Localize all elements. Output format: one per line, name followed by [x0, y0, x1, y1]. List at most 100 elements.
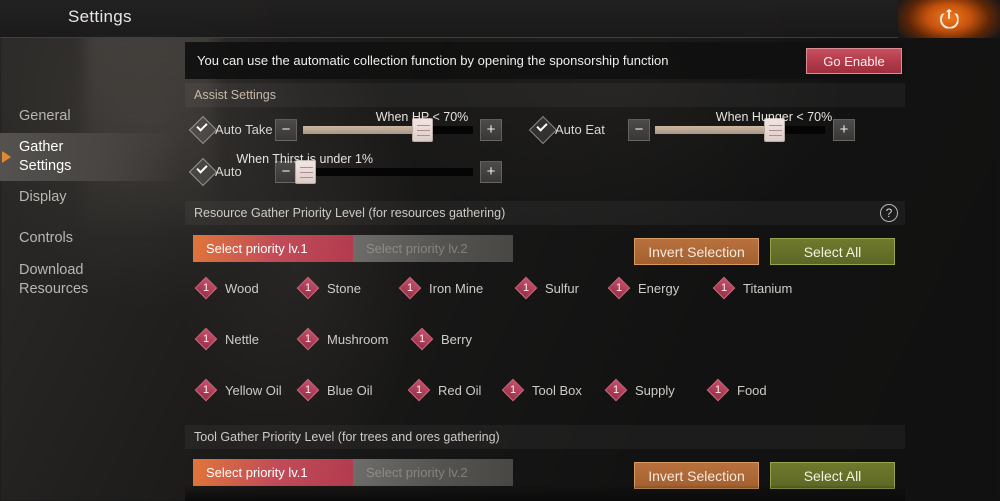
sidebar-item-display[interactable]: Display	[0, 183, 180, 212]
assist-label-auto-take: Auto Take	[215, 122, 273, 137]
resource-item-yellow-oil[interactable]: 1 Yellow Oil	[194, 377, 282, 403]
increment-button-auto-drink[interactable]: +	[480, 161, 502, 183]
resource-item-energy[interactable]: 1 Energy	[607, 275, 680, 301]
sponsorship-notice: You can use the automatic collection fun…	[185, 42, 905, 79]
tool-priority-tab-lv2[interactable]: Select priority lv.2	[353, 459, 513, 486]
tool-select-all-button[interactable]: Select All	[770, 462, 895, 489]
resource-item-label: Energy	[638, 280, 680, 296]
resource-item-food[interactable]: 1 Food	[706, 377, 767, 403]
resource-priority-tab-lv2[interactable]: Select priority lv.2	[353, 235, 513, 262]
go-enable-button[interactable]: Go Enable	[806, 48, 902, 74]
resource-invert-selection-button[interactable]: Invert Selection	[634, 238, 759, 265]
resource-item-berry[interactable]: 1 Berry	[410, 326, 473, 352]
sidebar-item-label: Display	[19, 189, 67, 205]
sidebar-item-gather-settings[interactable]: Gather Settings	[0, 133, 180, 181]
priority-badge-icon: 1	[194, 276, 218, 300]
slider-auto-eat[interactable]: When Hunger < 70%	[655, 110, 832, 142]
resource-select-all-button[interactable]: Select All	[770, 238, 895, 265]
priority-badge-icon: 1	[194, 327, 218, 351]
sidebar: General Gather Settings Display Controls Down…	[0, 38, 180, 501]
sidebar-item-controls[interactable]: Controls	[0, 224, 180, 253]
resource-item-blue-oil[interactable]: 1 Blue Oil	[296, 377, 373, 403]
priority-badge-icon: 1	[407, 378, 431, 402]
resource-item-label: Mushroom	[327, 331, 389, 347]
resource-priority-tab-lv1[interactable]: Select priority lv.1	[193, 235, 353, 262]
assist-row-auto-drink: Auto − + When Thirst is under 1%	[188, 152, 504, 189]
slider-caption-auto-take: When HP < 70%	[375, 110, 469, 124]
resource-priority-tabs: Select priority lv.1 Select priority lv.…	[193, 235, 513, 262]
slider-auto-take[interactable]: When HP < 70%	[303, 110, 473, 142]
priority-badge-icon: 1	[514, 276, 538, 300]
slider-fill	[655, 126, 774, 134]
priority-badge-icon: 1	[501, 378, 525, 402]
resource-item-tool-box[interactable]: 1 Tool Box	[501, 377, 582, 403]
priority-badge-icon: 1	[712, 276, 736, 300]
resource-section-header: Resource Gather Priority Level (for reso…	[185, 201, 905, 225]
resource-item-supply[interactable]: 1 Supply	[604, 377, 675, 403]
sidebar-item-label: General	[19, 108, 71, 124]
resource-item-label: Berry	[441, 331, 473, 347]
assist-label-auto-drink: Auto	[215, 164, 242, 179]
decrement-button-auto-take[interactable]: −	[275, 119, 297, 141]
resource-item-iron-mine[interactable]: 1 Iron Mine	[398, 275, 484, 301]
assist-settings-label: Assist Settings	[194, 88, 276, 102]
assist-settings-header: Assist Settings	[185, 83, 905, 107]
resource-item-mushroom[interactable]: 1 Mushroom	[296, 326, 389, 352]
decrement-button-auto-eat[interactable]: −	[628, 119, 650, 141]
notice-text: You can use the automatic collection fun…	[197, 53, 669, 68]
sidebar-item-general[interactable]: General	[0, 102, 180, 131]
resource-item-label: Titanium	[743, 280, 793, 296]
priority-badge-icon: 1	[604, 378, 628, 402]
priority-badge-icon: 1	[410, 327, 434, 351]
resource-item-sulfur[interactable]: 1 Sulfur	[514, 275, 579, 301]
sidebar-item-label: Download Resources	[19, 262, 89, 297]
priority-badge-icon: 1	[607, 276, 631, 300]
tool-priority-tab-lv1[interactable]: Select priority lv.1	[193, 459, 353, 486]
resource-item-red-oil[interactable]: 1 Red Oil	[407, 377, 481, 403]
resource-row: 1 Yellow Oil 1 Blue Oil 1 Red Oil 1 Tool Box 1 Su…	[194, 377, 895, 403]
priority-badge-icon: 1	[296, 276, 320, 300]
checkbox-auto-eat[interactable]	[528, 115, 558, 145]
sidebar-item-download-resources[interactable]: Download Resources	[0, 256, 180, 304]
page-title: Settings	[68, 7, 132, 26]
sidebar-item-label: Gather Settings	[19, 139, 72, 174]
resource-item-label: Blue Oil	[327, 382, 373, 398]
checkbox-auto-drink[interactable]	[188, 157, 218, 187]
priority-badge-icon: 1	[296, 378, 320, 402]
priority-badge-icon: 1	[706, 378, 730, 402]
slider-caption-auto-drink: When Thirst is under 1%	[236, 152, 374, 166]
help-icon[interactable]: ?	[880, 204, 898, 222]
resource-item-wood[interactable]: 1 Wood	[194, 275, 259, 301]
tool-priority-tabs: Select priority lv.1 Select priority lv.…	[193, 459, 513, 486]
power-button[interactable]	[898, 0, 1000, 38]
priority-badge-icon: 1	[194, 378, 218, 402]
resource-item-label: Food	[737, 382, 767, 398]
resource-item-label: Wood	[225, 280, 259, 296]
resource-section-label: Resource Gather Priority Level (for reso…	[194, 206, 506, 220]
resource-item-label: Sulfur	[545, 280, 579, 296]
priority-badge-icon: 1	[398, 276, 422, 300]
tool-section-header: Tool Gather Priority Level (for trees an…	[185, 425, 905, 449]
checkbox-auto-take[interactable]	[188, 115, 218, 145]
assist-row-auto-eat: Auto Eat − + When Hunger < 70%	[528, 110, 857, 147]
resource-row: 1 Wood 1 Stone 1 Iron Mine 1 Sulfur 1 Energy 1 Tita…	[194, 275, 895, 301]
main-panel: You can use the automatic collection fun…	[185, 38, 905, 501]
slider-fill	[303, 126, 422, 134]
power-icon	[939, 8, 959, 29]
slider-auto-drink[interactable]: When Thirst is under 1%	[236, 152, 473, 184]
resource-item-stone[interactable]: 1 Stone	[296, 275, 361, 301]
resource-item-nettle[interactable]: 1 Nettle	[194, 326, 259, 352]
resource-item-titanium[interactable]: 1 Titanium	[712, 275, 793, 301]
tool-section-label: Tool Gather Priority Level (for trees an…	[194, 430, 500, 444]
resource-item-label: Supply	[635, 382, 675, 398]
title-bar: Settings	[0, 0, 1000, 38]
slider-caption-auto-eat: When Hunger < 70%	[715, 110, 833, 124]
tool-invert-selection-button[interactable]: Invert Selection	[634, 462, 759, 489]
resource-item-label: Iron Mine	[429, 280, 484, 296]
resource-item-label: Stone	[327, 280, 361, 296]
resource-row: 1 Nettle 1 Mushroom 1 Berry	[194, 326, 895, 352]
assist-row-auto-take: Auto Take − + When HP < 70%	[188, 110, 504, 147]
resource-item-label: Yellow Oil	[225, 382, 282, 398]
assist-label-auto-eat: Auto Eat	[555, 122, 605, 137]
slider-track	[303, 168, 473, 176]
